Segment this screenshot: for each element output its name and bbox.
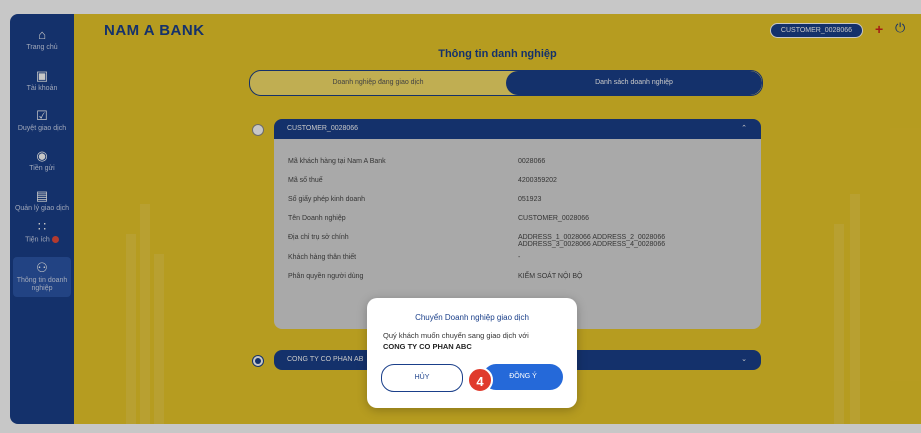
- app-window: ⌂ Trang chủ ▣ Tài khoản ☑ Duyệt giao dịc…: [0, 0, 921, 433]
- dialog-title: Chuyển Doanh nghiệp giao dịch: [415, 313, 529, 322]
- confirm-button[interactable]: ĐỒNG Ý: [483, 364, 563, 390]
- dialog-company-name: CONG TY CO PHAN ABC: [383, 342, 472, 351]
- dialog-message: Quý khách muốn chuyển sang giao dịch với: [383, 331, 529, 340]
- cancel-button[interactable]: HỦY: [381, 364, 463, 392]
- step-number-badge: 4: [467, 367, 493, 393]
- switch-company-dialog: Chuyển Doanh nghiệp giao dịch Quý khách …: [367, 298, 577, 408]
